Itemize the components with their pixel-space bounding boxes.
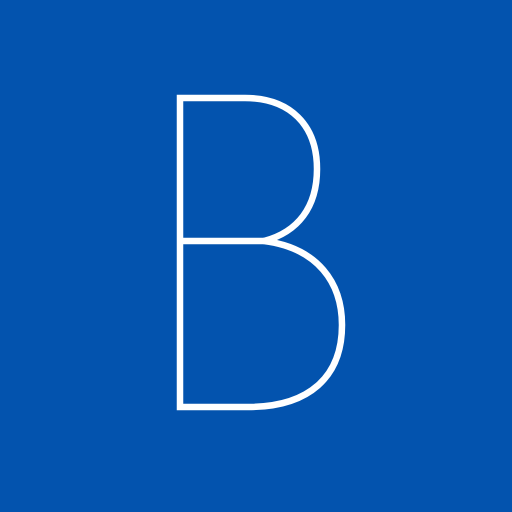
- app-logo: [0, 0, 512, 512]
- logo-background: [0, 0, 512, 512]
- app-logo-tile: [0, 0, 512, 512]
